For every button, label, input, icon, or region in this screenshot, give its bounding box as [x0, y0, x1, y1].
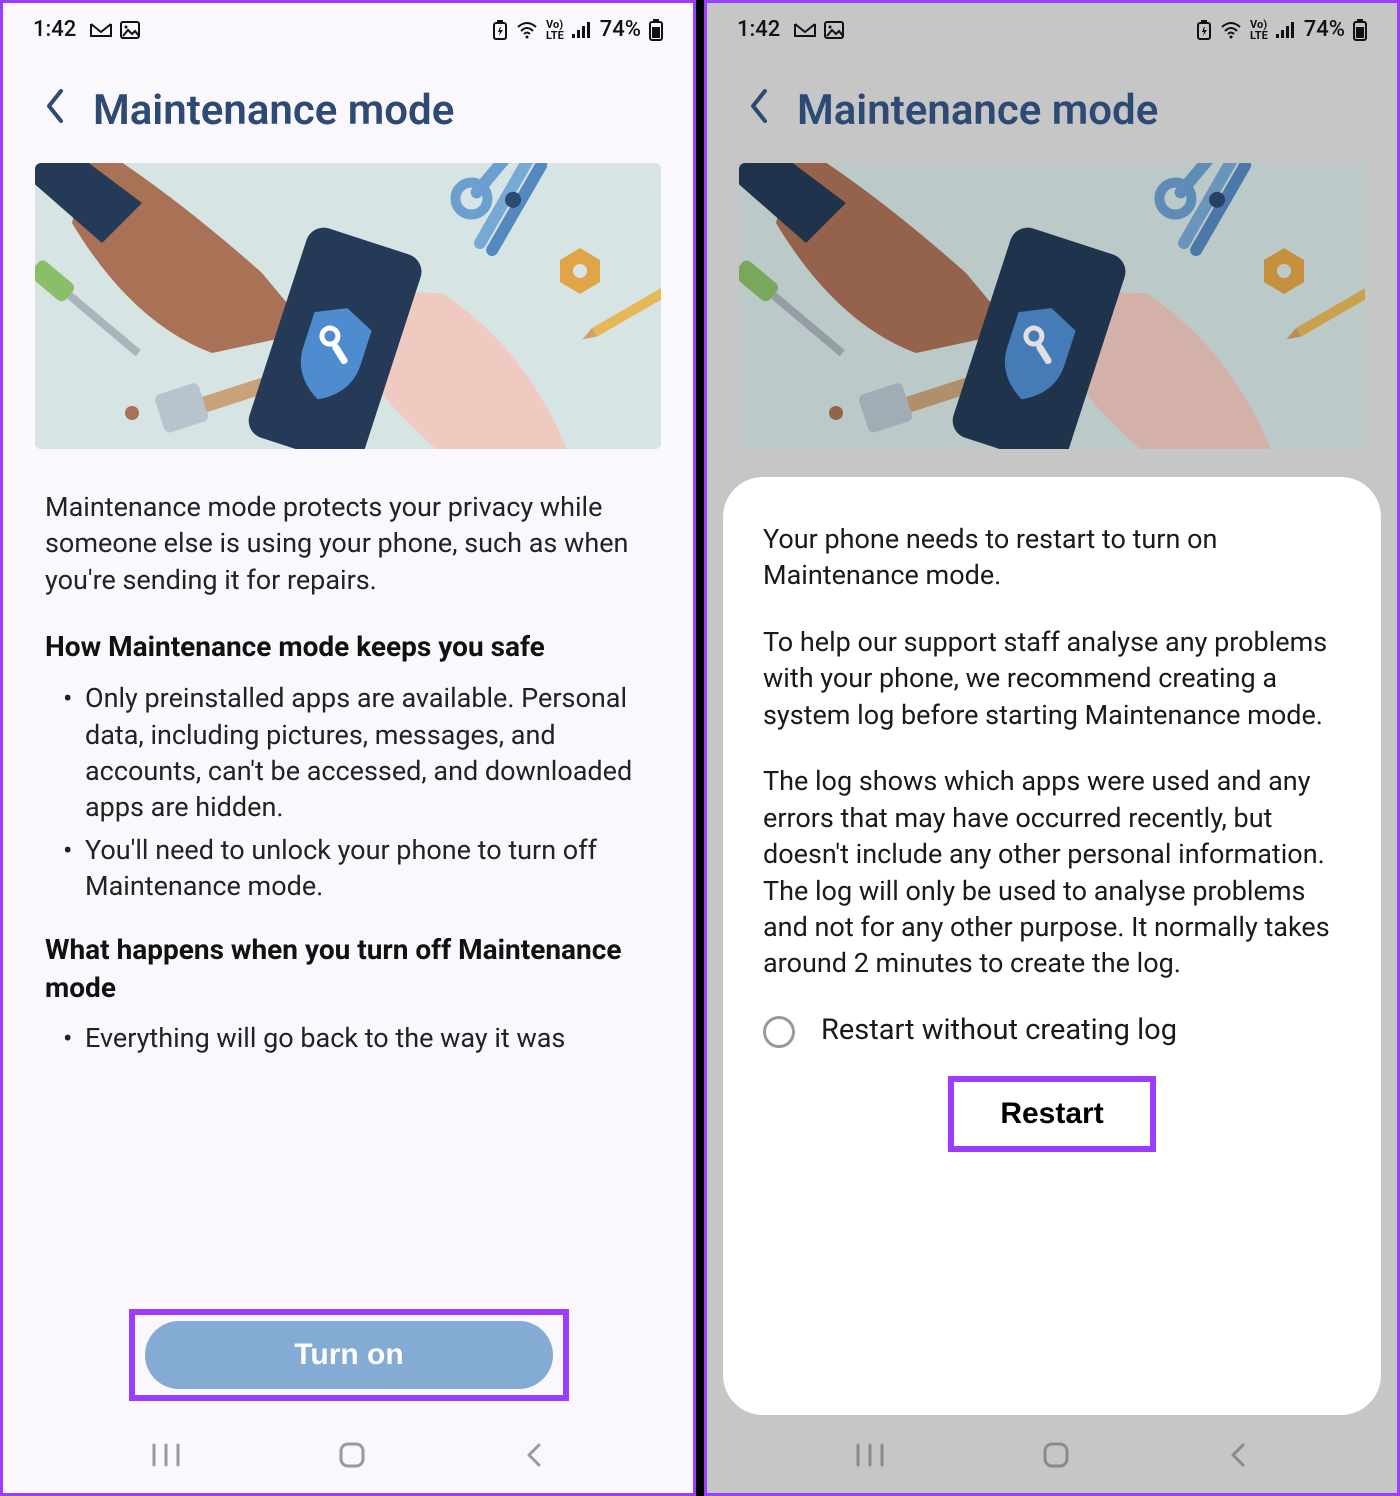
- illustration: [35, 163, 661, 449]
- page-title: Maintenance mode: [93, 86, 454, 135]
- navigation-bar: [707, 1421, 1397, 1493]
- list-item: Everything will go back to the way it wa…: [63, 1020, 651, 1056]
- home-icon[interactable]: [337, 1440, 367, 1474]
- battery-text: 74%: [600, 17, 641, 42]
- section1-list: Only preinstalled apps are available. Pe…: [45, 680, 651, 905]
- gmail-icon: [90, 21, 112, 39]
- battery-icon: [649, 19, 663, 41]
- radio-icon[interactable]: [763, 1016, 795, 1048]
- page-title: Maintenance mode: [797, 86, 1158, 135]
- turn-on-button[interactable]: Turn on: [145, 1321, 553, 1389]
- battery-icon: [1353, 19, 1367, 41]
- signal-icon: [1276, 22, 1296, 38]
- volte-icon: Vo)LTE: [546, 19, 564, 41]
- clock-text: 1:42: [33, 17, 76, 42]
- illustration: [739, 163, 1365, 449]
- restart-bottom-sheet: Your phone needs to restart to turn on M…: [723, 477, 1381, 1415]
- navigation-bar: [3, 1421, 693, 1493]
- home-icon[interactable]: [1041, 1440, 1071, 1474]
- wifi-icon: [516, 21, 538, 39]
- wifi-icon: [1220, 21, 1242, 39]
- battery-saver-icon: [1196, 20, 1212, 40]
- sheet-para1: Your phone needs to restart to turn on M…: [763, 521, 1341, 594]
- recents-icon[interactable]: [151, 1442, 181, 1472]
- sheet-para2: To help our support staff analyse any pr…: [763, 624, 1341, 733]
- battery-text: 74%: [1304, 17, 1345, 42]
- clock-text: 1:42: [737, 17, 780, 42]
- intro-text: Maintenance mode protects your privacy w…: [45, 489, 651, 598]
- body-content: Maintenance mode protects your privacy w…: [3, 473, 693, 1057]
- back-nav-icon[interactable]: [1227, 1440, 1249, 1474]
- back-icon[interactable]: [43, 87, 67, 135]
- gmail-icon: [794, 21, 816, 39]
- list-item: Only preinstalled apps are available. Pe…: [63, 680, 651, 826]
- app-header: Maintenance mode: [3, 50, 693, 159]
- phone-right: 1:42 Vo)LTE 74%: [704, 0, 1400, 1496]
- back-nav-icon[interactable]: [523, 1440, 545, 1474]
- restart-highlight: Restart: [948, 1076, 1155, 1152]
- recents-icon[interactable]: [855, 1442, 885, 1472]
- section1-title: How Maintenance mode keeps you safe: [45, 628, 651, 666]
- restart-button[interactable]: Restart: [1000, 1097, 1103, 1131]
- volte-icon: Vo)LTE: [1250, 19, 1268, 41]
- radio-option[interactable]: Restart without creating log: [763, 1012, 1341, 1050]
- section2-title: What happens when you turn off Maintenan…: [45, 931, 651, 1007]
- back-icon[interactable]: [747, 87, 771, 135]
- status-bar: 1:42 Vo)LTE 74%: [707, 3, 1397, 50]
- radio-label: Restart without creating log: [821, 1012, 1177, 1050]
- battery-saver-icon: [492, 20, 508, 40]
- signal-icon: [572, 22, 592, 38]
- status-bar: 1:42 Vo)LTE 74%: [3, 3, 693, 50]
- phone-left: 1:42 Vo)LTE 74%: [0, 0, 696, 1496]
- gallery-icon: [120, 21, 140, 39]
- gallery-icon: [824, 21, 844, 39]
- section2-list: Everything will go back to the way it wa…: [45, 1020, 651, 1056]
- turn-on-highlight: Turn on: [129, 1309, 569, 1401]
- app-header: Maintenance mode: [707, 50, 1397, 159]
- list-item: You'll need to unlock your phone to turn…: [63, 832, 651, 905]
- sheet-para3: The log shows which apps were used and a…: [763, 763, 1341, 982]
